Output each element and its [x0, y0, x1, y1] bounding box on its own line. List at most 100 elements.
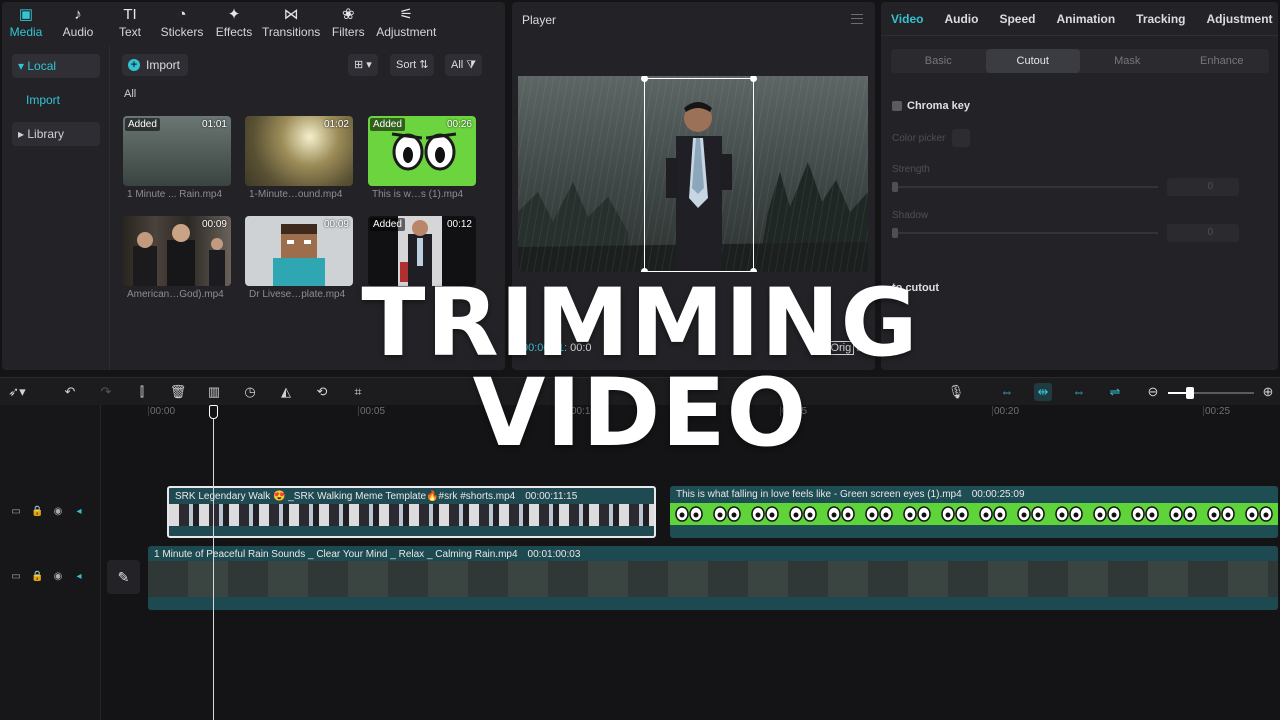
color-picker-label: Color picker	[892, 133, 946, 144]
strength-slider[interactable]	[892, 182, 1158, 192]
subtab-basic[interactable]: Basic	[891, 49, 986, 73]
thumb-duration: 00:09	[323, 219, 349, 230]
shadow-slider-knob[interactable]	[892, 228, 898, 238]
tab-effects[interactable]: ✦ Effects	[210, 2, 258, 46]
media-thumb-green-eyes[interactable]: Added 00:26	[368, 116, 476, 186]
clip-label: 1 Minute of Peaceful Rain Sounds _ Clear…	[154, 549, 580, 560]
inspector-tab-adjustment[interactable]: Adjustment	[1207, 2, 1273, 36]
media-tab-bar: ▣ Media ♪ Audio TI Text ◔ Stickers ✦ Eff…	[2, 2, 440, 46]
filter-icon: ⧩	[466, 59, 477, 71]
chroma-key-checkbox[interactable]	[892, 101, 902, 111]
inspector-tab-audio[interactable]: Audio	[944, 2, 978, 36]
strength-label: Strength	[892, 164, 930, 175]
strength-slider-knob[interactable]	[892, 182, 898, 192]
tab-stickers[interactable]: ◔ Stickers	[158, 2, 206, 46]
chroma-key-row: Chroma key	[892, 100, 970, 112]
transitions-icon: ⋈	[283, 6, 299, 23]
video-preview[interactable]	[518, 76, 868, 272]
subtab-enhance[interactable]: Enhance	[1175, 49, 1270, 73]
added-badge: Added	[370, 118, 405, 131]
media-thumb-sunlight[interactable]: 01:02	[245, 116, 353, 186]
section-label: All	[124, 88, 137, 100]
clip-duration: 00:00:25:09	[971, 489, 1025, 500]
added-badge: Added	[125, 118, 160, 131]
edit-cover-button[interactable]: ✎	[107, 560, 140, 594]
video-sub-tabs: Basic Cutout Mask Enhance	[891, 49, 1269, 73]
inspector-tab-tracking[interactable]: Tracking	[1136, 2, 1185, 36]
mute-icon[interactable]: ◂	[73, 571, 85, 583]
clip-srk[interactable]: SRK Legendary Walk 😍 _SRK Walking Meme T…	[167, 486, 656, 538]
inspector-tab-animation[interactable]: Animation	[1056, 2, 1115, 36]
tab-media[interactable]: ▣ Media	[2, 2, 50, 46]
clip-duration: 00:01:00:03	[527, 549, 581, 560]
mute-icon[interactable]: ◂	[73, 506, 85, 518]
tab-stickers-label: Stickers	[160, 25, 204, 39]
shadow-slider[interactable]	[892, 228, 1158, 238]
tab-audio-label: Audio	[62, 25, 94, 39]
inspector-tab-bar: Video Audio Speed Animation Tracking Adj…	[881, 2, 1278, 36]
transform-selection-box[interactable]	[641, 76, 757, 272]
clip-green-eyes[interactable]: This is what falling in love feels like …	[670, 486, 1278, 538]
tab-transitions[interactable]: ⋈ Transitions	[262, 2, 320, 46]
inspector-tab-video[interactable]: Video	[891, 2, 923, 36]
tab-adjustment[interactable]: ⚟ Adjustment	[376, 2, 436, 46]
track-header-video-1: ▭ 🔒 ◉ ◂	[10, 506, 85, 518]
thumb-duration: 01:01	[201, 119, 227, 130]
added-badge: Added	[370, 218, 405, 231]
import-button-label: Import	[146, 58, 181, 72]
sort-label: Sort	[396, 59, 417, 71]
menu-icon[interactable]	[851, 14, 863, 24]
nav-local[interactable]: ▾ Local	[12, 54, 100, 78]
filters-icon: ❀	[341, 6, 355, 23]
sort-icon: ⇅	[419, 59, 429, 71]
inspector-tab-speed[interactable]: Speed	[999, 2, 1035, 36]
media-thumb-rain[interactable]: Added 01:01	[123, 116, 231, 186]
subtab-mask[interactable]: Mask	[1080, 49, 1175, 73]
media-icon: ▣	[18, 6, 34, 23]
filter-label: All	[451, 59, 464, 71]
shadow-input[interactable]: 0	[1167, 224, 1239, 242]
effects-icon: ✦	[227, 6, 241, 23]
stickers-icon: ◔	[177, 6, 187, 23]
tab-text[interactable]: TI Text	[106, 2, 154, 46]
thumb-name: 1-Minute…ound.mp4	[249, 189, 343, 200]
clip-rain[interactable]: 1 Minute of Peaceful Rain Sounds _ Clear…	[148, 546, 1278, 610]
nav-import[interactable]: Import	[12, 88, 100, 112]
strength-input[interactable]: 0	[1167, 178, 1239, 196]
chroma-key-label: Chroma key	[907, 100, 970, 112]
clip-name: SRK Legendary Walk 😍 _SRK Walking Meme T…	[175, 491, 516, 502]
shadow-label: Shadow	[892, 210, 929, 221]
pencil-icon: ✎	[117, 569, 130, 585]
thumb-duration: 00:26	[446, 119, 472, 130]
import-button[interactable]: + Import	[122, 54, 189, 76]
clip-label: SRK Legendary Walk 😍 _SRK Walking Meme T…	[175, 491, 577, 502]
plus-icon: +	[128, 59, 140, 71]
clip-name: This is what falling in love feels like …	[676, 489, 962, 500]
eyes-pattern-graphic	[670, 503, 1278, 525]
nav-library-label: Library	[27, 127, 65, 141]
eye-icon[interactable]: ◉	[52, 506, 64, 518]
lock-icon[interactable]: 🔒	[31, 571, 43, 583]
cover-icon[interactable]: ▭	[10, 571, 22, 583]
lock-icon[interactable]: 🔒	[31, 506, 43, 518]
audio-icon: ♪	[74, 6, 82, 23]
tab-adjustment-label: Adjustment	[376, 25, 437, 39]
resize-handle[interactable]	[641, 76, 648, 82]
nav-library[interactable]: ▸ Library	[12, 122, 100, 146]
cover-icon[interactable]: ▭	[10, 506, 22, 518]
track-header-video-2: ▭ 🔒 ◉ ◂	[10, 571, 85, 583]
eye-icon[interactable]: ◉	[52, 571, 64, 583]
tab-audio[interactable]: ♪ Audio	[54, 2, 102, 46]
text-icon: TI	[123, 6, 137, 23]
sort-button[interactable]: Sort ⇅	[390, 54, 435, 76]
view-mode-button[interactable]: ⊞ ▾	[348, 54, 378, 76]
player-title: Player	[522, 13, 557, 27]
tab-effects-label: Effects	[215, 25, 253, 39]
tab-filters[interactable]: ❀ Filters	[324, 2, 372, 46]
color-picker-swatch[interactable]	[952, 129, 970, 147]
thumb-duration: 00:09	[201, 219, 227, 230]
clip-filmstrip	[169, 504, 654, 526]
subtab-cutout[interactable]: Cutout	[985, 49, 1080, 73]
overlay-title-line2: VIDEO	[472, 359, 808, 468]
filter-button[interactable]: All ⧩	[445, 54, 483, 76]
